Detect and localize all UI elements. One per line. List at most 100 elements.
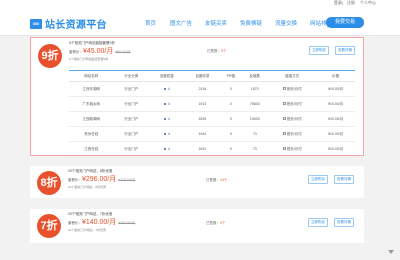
cell-site-name[interactable]: 广东城乡网 (69, 96, 114, 112)
main-nav: 首页 图文广告 友链买卖 免费换链 流量交换 网站排行 (130, 19, 345, 27)
table-row: 广东城乡网 行业门户 4 1913 0 75600 首页/月付 ¥10.00/月 (69, 96, 355, 112)
buy-button[interactable]: 立即购买 (308, 175, 328, 184)
cell-industry: 行业门户 (113, 126, 150, 142)
cell-backlinks: 75600 (241, 96, 269, 112)
cell-baidu-index: 1599 (184, 111, 221, 127)
cell-price: ¥10.00/月 (316, 141, 355, 157)
package-orders: 已售数：0个 (206, 221, 226, 225)
cell-baidu-index: 1631 (184, 141, 221, 157)
cell-baidu-weight: 4 (149, 141, 185, 157)
cell-link-type: 首页/月付 (268, 96, 317, 112)
col-link-type: 链接方式 (268, 70, 317, 82)
nav-ads[interactable]: 图文广告 (170, 19, 205, 27)
nav-link-trade[interactable]: 友链买卖 (205, 19, 240, 27)
discount-badge: 8折 (37, 171, 61, 195)
site-table: 网站名称 行业分类 百度权重 百度收录 PR值 反链数 链接方式 价格 江西东湖… (69, 70, 355, 157)
select-checkbox[interactable] (282, 117, 286, 121)
login-link[interactable]: 登录 (334, 0, 342, 5)
nav-traffic-exchange[interactable]: 流量交换 (275, 19, 310, 27)
col-backlinks: 反链数 (241, 70, 269, 82)
cell-industry: 行业门户 (113, 96, 150, 112)
cell-pr: 0 (220, 126, 242, 142)
scroll-down-icon[interactable] (388, 250, 394, 254)
view-detail-button[interactable]: 查看详情 (335, 46, 355, 55)
package-card: 7折 20个相关门户网站，7折优惠 套餐价：¥140.00/月 ¥200.00/月… (30, 209, 364, 243)
header: 360 站长资源平台 首页 图文广告 友链买卖 免费换链 流量交换 网站排行 我… (0, 6, 400, 36)
cell-pr: 0 (220, 96, 242, 112)
cell-baidu-weight: 4 (149, 81, 185, 97)
cell-baidu-weight: 4 (149, 96, 185, 112)
logo-text: 站长资源平台 (45, 20, 107, 31)
package-desc: 20个相关门户网站，8折优惠 (68, 185, 107, 189)
cell-link-type: 首页/月付 (268, 141, 317, 157)
cell-baidu-index: 2116 (184, 81, 221, 97)
cell-price: ¥10.00/月 (316, 126, 355, 142)
site-logo[interactable]: 360 站长资源平台 (30, 16, 107, 31)
cell-industry: 行业门户 (113, 111, 150, 127)
cell-pr: 0 (220, 111, 242, 127)
cell-baidu-weight: 4 (149, 126, 185, 142)
cell-site-name[interactable]: 江西新闻网 (69, 111, 114, 127)
cell-site-name[interactable]: 江西在线 (69, 141, 114, 157)
cell-backlinks: 74 (241, 126, 269, 142)
table-row: 江西在线 行业门户 4 1631 0 73 首页/月付 ¥10.00/月 (69, 141, 355, 157)
register-link[interactable]: 注册 (347, 0, 355, 5)
package-price: 套餐价：¥45.00/月 ¥50.00/月 (69, 48, 131, 55)
nav-free-exchange[interactable]: 免费换链 (240, 19, 275, 27)
cell-link-type: 首页/月付 (268, 81, 317, 97)
baidu-weight-icon (163, 133, 166, 136)
buy-button[interactable]: 立即购买 (309, 46, 329, 55)
cell-price: ¥10.00/月 (316, 111, 355, 127)
col-industry: 行业分类 (113, 70, 150, 82)
package-desc: 20个相关门户网站，7折优惠 (68, 228, 107, 232)
cell-baidu-weight: 4 (149, 111, 185, 127)
col-baidu-index: 百度收录 (184, 70, 221, 82)
cell-price: ¥10.00/月 (316, 96, 355, 112)
select-checkbox[interactable] (282, 102, 286, 106)
cell-backlinks: 19400 (241, 111, 269, 127)
package-orders: 已售数：19个 (206, 178, 228, 182)
package-card: 9折 9个相关门户网站链接套餐9折 套餐价：¥45.00/月 ¥50.00/月 9… (30, 37, 364, 157)
cell-link-type: 首页/月付 (268, 126, 317, 142)
cell-backlinks: 1570 (241, 81, 269, 97)
cell-site-name[interactable]: 贵州在线 (69, 126, 114, 142)
package-orders: 已售数：0个 (207, 49, 227, 53)
buy-button[interactable]: 立即购买 (308, 218, 328, 227)
table-row: 贵州在线 行业门户 4 1944 0 74 首页/月付 ¥10.00/月 (69, 126, 355, 142)
discount-badge: 7折 (37, 214, 61, 238)
user-center-link[interactable]: 个人中心 (360, 0, 376, 5)
trade-button[interactable]: 我要交易 (326, 17, 364, 28)
select-checkbox[interactable] (282, 87, 286, 91)
baidu-weight-icon (163, 118, 166, 121)
table-header: 网站名称 行业分类 百度权重 百度收录 PR值 反链数 链接方式 价格 (69, 70, 355, 82)
cell-baidu-index: 1944 (184, 126, 221, 142)
baidu-weight-icon (163, 148, 166, 151)
table-row: 江西东湖网 行业门户 4 2116 0 1570 首页/月付 ¥10.00/月 (69, 81, 355, 97)
select-checkbox[interactable] (282, 147, 286, 151)
table-row: 江西新闻网 行业门户 4 1599 0 19400 首页/月付 ¥10.00/月 (69, 111, 355, 127)
select-checkbox[interactable] (282, 132, 286, 136)
baidu-weight-icon (163, 103, 166, 106)
discount-badge: 9折 (38, 44, 62, 68)
package-price: 套餐价：¥296.00/月 ¥370.00/月 (68, 176, 136, 183)
cell-site-name[interactable]: 江西东湖网 (69, 81, 114, 97)
view-detail-button[interactable]: 查看详情 (334, 175, 354, 184)
cell-industry: 行业门户 (113, 81, 150, 97)
cell-pr: 0 (220, 141, 242, 157)
baidu-weight-icon (163, 88, 166, 91)
col-price: 价格 (316, 70, 355, 82)
col-baidu-weight: 百度权重 (149, 70, 185, 82)
package-card: 8折 20个相关门户网站，8折优惠 套餐价：¥296.00/月 ¥370.00/月… (30, 166, 364, 198)
logo-badge-icon: 360 (30, 18, 42, 29)
package-desc: 9个相关门户网站链接套餐9折 (69, 57, 109, 61)
cell-industry: 行业门户 (113, 141, 150, 157)
cell-link-type: 首页/月付 (268, 111, 317, 127)
col-pr: PR值 (220, 70, 242, 82)
cell-baidu-index: 1913 (184, 96, 221, 112)
cell-backlinks: 73 (241, 141, 269, 157)
col-site-name: 网站名称 (69, 70, 114, 82)
cell-price: ¥10.00/月 (316, 81, 355, 97)
cell-pr: 0 (220, 81, 242, 97)
nav-home[interactable]: 首页 (145, 19, 170, 27)
view-detail-button[interactable]: 查看详情 (334, 218, 354, 227)
